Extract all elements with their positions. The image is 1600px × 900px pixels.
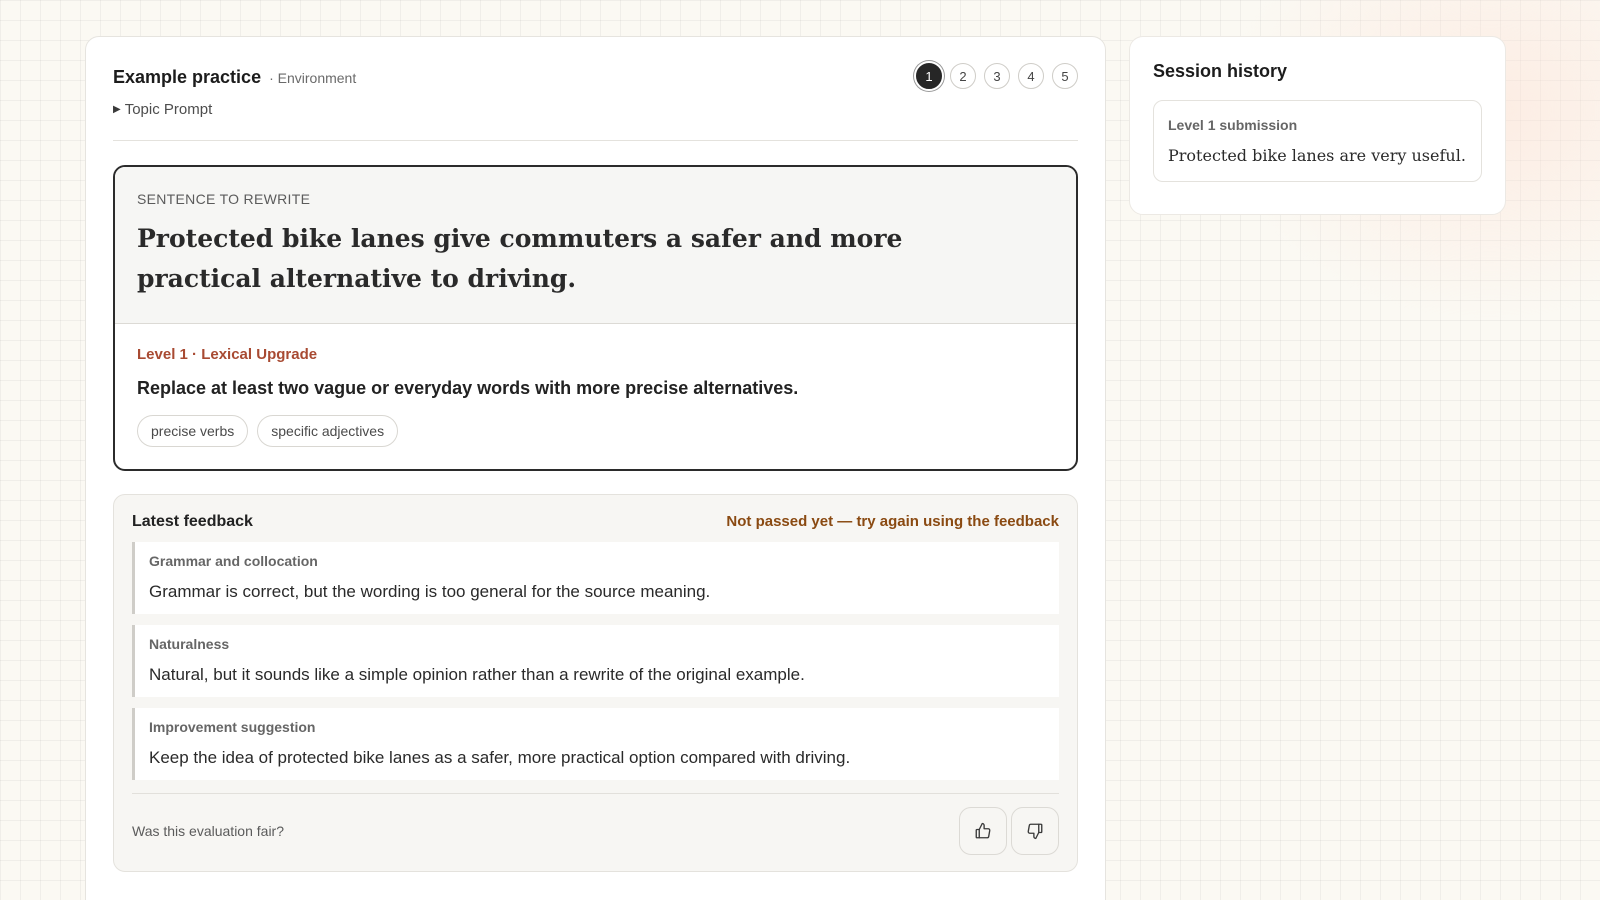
- fairness-question: Was this evaluation fair?: [132, 823, 284, 839]
- feedback-item-label: Grammar and collocation: [149, 553, 318, 569]
- instruction-text: Replace at least two vague or everyday w…: [137, 378, 799, 398]
- thumbs-up-icon: [975, 822, 991, 839]
- hint-tag: specific adjectives: [257, 415, 399, 447]
- feedback-item: Grammar and collocation Grammar is corre…: [132, 542, 1059, 614]
- feedback-item-label: Improvement suggestion: [149, 719, 316, 735]
- session-history-title: Session history: [1153, 61, 1288, 81]
- history-item-text: Protected bike lanes are very useful.: [1168, 146, 1466, 165]
- topic-prompt-toggle[interactable]: ▶ Topic Prompt: [113, 101, 212, 118]
- step-3-button[interactable]: 3: [984, 63, 1010, 89]
- feedback-item-text: Natural, but it sounds like a simple opi…: [149, 665, 805, 684]
- practice-card: Example practice · Environment ▶ Topic P…: [85, 36, 1106, 900]
- step-1-button[interactable]: 1: [916, 63, 942, 89]
- feedback-header: Latest feedback Not passed yet — try aga…: [132, 513, 1059, 531]
- sentence-section: SENTENCE TO REWRITE Protected bike lanes…: [115, 167, 1076, 324]
- title-row: Example practice · Environment: [113, 67, 356, 88]
- sentence-section-label: SENTENCE TO REWRITE: [137, 191, 311, 207]
- feedback-title: Latest feedback: [132, 513, 253, 530]
- page-title: Example practice: [113, 67, 262, 87]
- step-5-button[interactable]: 5: [1052, 63, 1078, 89]
- step-2-button[interactable]: 2: [950, 63, 976, 89]
- level-label: Level 1 · Lexical Upgrade: [137, 346, 318, 363]
- feedback-item-label: Naturalness: [149, 636, 230, 652]
- feedback-item: Improvement suggestion Keep the idea of …: [132, 708, 1059, 780]
- feedback-item-text: Keep the idea of protected bike lanes as…: [149, 748, 851, 767]
- task-panel: SENTENCE TO REWRITE Protected bike lanes…: [113, 165, 1078, 471]
- vote-buttons: [959, 807, 1059, 855]
- feedback-item: Naturalness Natural, but it sounds like …: [132, 625, 1059, 697]
- thumbs-down-button[interactable]: [1011, 807, 1059, 855]
- page-subtitle: · Environment: [269, 70, 357, 86]
- session-history-panel: Session history Level 1 submission Prote…: [1129, 36, 1506, 215]
- level-stepper: 1 2 3 4 5: [916, 63, 1078, 89]
- feedback-item-text: Grammar is correct, but the wording is t…: [149, 582, 711, 601]
- instruction-section: Level 1 · Lexical Upgrade Replace at lea…: [115, 324, 1076, 469]
- thumbs-up-button[interactable]: [959, 807, 1007, 855]
- caret-right-icon: ▶: [113, 104, 121, 115]
- feedback-status: Not passed yet — try again using the fee…: [726, 513, 1059, 530]
- thumbs-down-icon: [1027, 823, 1043, 840]
- hint-tag: precise verbs: [137, 415, 249, 447]
- history-item[interactable]: Level 1 submission Protected bike lanes …: [1153, 100, 1482, 182]
- hint-tags: precise verbs specific adjectives: [137, 415, 1054, 447]
- step-4-button[interactable]: 4: [1018, 63, 1044, 89]
- source-sentence: Protected bike lanes give commuters a sa…: [137, 224, 903, 293]
- feedback-rating-row: Was this evaluation fair?: [132, 793, 1059, 855]
- topic-prompt-label: Topic Prompt: [124, 101, 213, 118]
- feedback-panel: Latest feedback Not passed yet — try aga…: [113, 494, 1078, 872]
- practice-header: Example practice · Environment ▶ Topic P…: [113, 37, 1078, 141]
- history-item-label: Level 1 submission: [1168, 117, 1298, 133]
